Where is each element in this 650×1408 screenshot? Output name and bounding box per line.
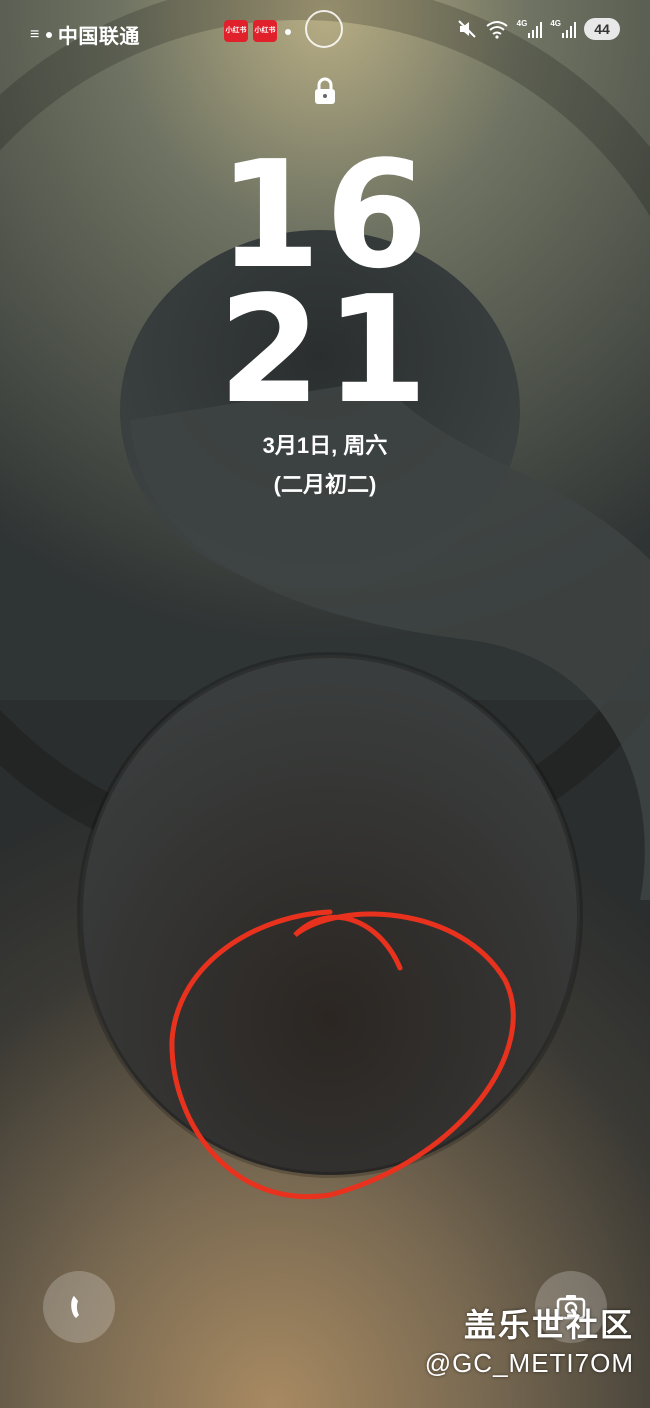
phone-shortcut-button[interactable] (43, 1271, 115, 1343)
watermark-handle: @GC_METI7OM (424, 1348, 634, 1378)
watermark-title: 盖乐世社区 (463, 1307, 634, 1343)
phone-icon (71, 1296, 79, 1318)
annotation-circle (169, 909, 516, 1200)
